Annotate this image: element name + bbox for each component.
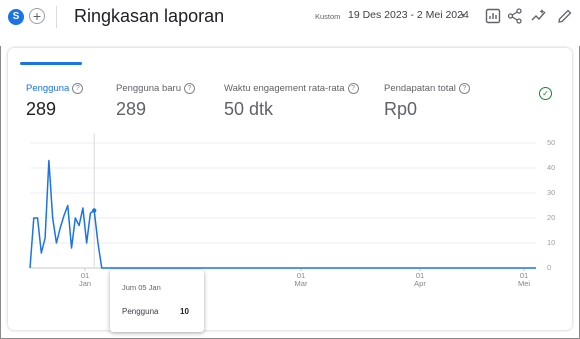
x-tick-month: Mei [517, 279, 531, 288]
x-tick-label: 01 Mei [512, 272, 536, 288]
x-tick-label: 01 Jan [73, 272, 97, 288]
tooltip-metric-label: Pengguna [122, 307, 159, 316]
x-tick-label: 01 Mar [289, 272, 313, 288]
chart-tooltip: Jum 05 Jan Pengguna 10 [110, 270, 204, 332]
y-tick-label: 10 [547, 238, 556, 247]
tooltip-metric-value: 10 [180, 307, 189, 316]
y-tick-label: 0 [547, 263, 552, 272]
series-line-users [29, 159, 536, 269]
x-tick-month: Apr [414, 279, 426, 288]
x-tick-label: 01 Apr [408, 272, 432, 288]
x-tick-month: Mar [294, 279, 308, 288]
y-tick-label: 20 [547, 213, 556, 222]
highlighted-point [91, 208, 97, 213]
users-line-chart [29, 133, 536, 271]
x-tick-month: Jan [78, 279, 92, 288]
tooltip-date: Jum 05 Jan [122, 283, 161, 292]
y-tick-label: 50 [547, 138, 556, 147]
chart-series [29, 133, 536, 269]
y-tick-label: 40 [547, 163, 556, 172]
chart-grid [30, 142, 536, 269]
y-tick-label: 30 [547, 188, 556, 197]
